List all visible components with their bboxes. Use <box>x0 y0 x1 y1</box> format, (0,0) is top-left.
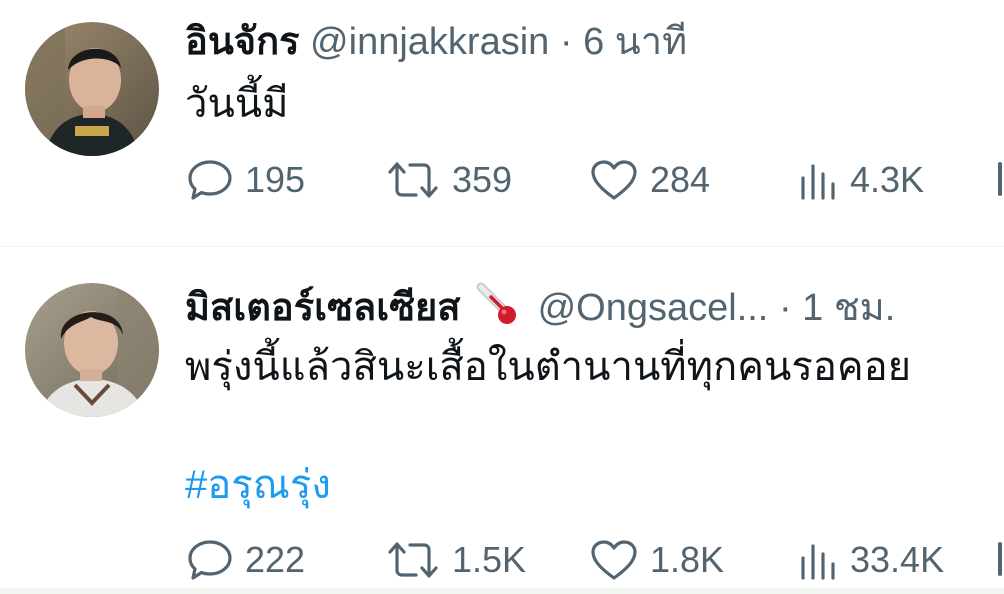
reply-count: 195 <box>245 159 306 200</box>
display-name[interactable]: มิสเตอร์เซลเซียส <box>185 287 460 329</box>
views-count: 33.4K <box>850 539 945 580</box>
views-icon <box>801 544 835 580</box>
hashtag-link[interactable]: #อรุณรุ่ง <box>185 461 331 509</box>
views-count: 4.3K <box>850 159 925 200</box>
tweet-header: อินจักร @innjakkrasin · 6 นาที <box>185 20 687 64</box>
like-button[interactable]: 284 <box>590 156 710 204</box>
like-count: 1.8K <box>650 539 725 580</box>
tweet-text: พรุ่งนี้แล้วสินะเสื้อในตำนานที่ทุกคนรอคอ… <box>185 345 912 389</box>
tweet-header: มิสเตอร์เซลเซียส @Ongsacel... · 1 ชม. <box>185 281 895 339</box>
retweet-button[interactable]: 359 <box>386 156 512 204</box>
reply-button[interactable]: 195 <box>187 156 305 204</box>
tweet-text: วันนี้มี <box>185 82 289 126</box>
like-button[interactable]: 1.8K <box>590 536 724 584</box>
retweet-icon <box>388 542 438 578</box>
avatar[interactable] <box>25 22 159 156</box>
share-icon[interactable] <box>998 542 1002 576</box>
avatar[interactable] <box>25 283 159 417</box>
share-icon[interactable] <box>998 162 1002 196</box>
retweet-count: 1.5K <box>452 539 527 580</box>
next-tweet-edge <box>0 588 1004 594</box>
views-icon <box>801 164 835 200</box>
views-button[interactable]: 33.4K <box>798 536 944 584</box>
reply-count: 222 <box>245 539 306 580</box>
like-icon <box>591 160 637 200</box>
views-button[interactable]: 4.3K <box>798 156 924 204</box>
thermometer-icon <box>473 281 521 339</box>
reply-button[interactable]: 222 <box>187 536 305 584</box>
user-handle[interactable]: @Ongsacel... <box>538 287 769 329</box>
tweet-2[interactable]: มิสเตอร์เซลเซียส @Ongsacel... · 1 ชม. พร… <box>0 247 1004 588</box>
separator-dot: · <box>778 287 792 330</box>
action-bar: 222 1.5K 1.8K 33.4K <box>0 536 1004 584</box>
reply-icon <box>188 160 232 200</box>
retweet-icon <box>388 162 438 198</box>
timestamp[interactable]: 6 นาที <box>583 21 687 63</box>
action-bar: 195 359 284 4.3K <box>0 156 1004 204</box>
user-handle[interactable]: @innjakkrasin <box>310 21 549 63</box>
reply-icon <box>188 540 232 580</box>
tweet-1[interactable]: อินจักร @innjakkrasin · 6 นาที วันนี้มี … <box>0 0 1004 246</box>
like-count: 284 <box>650 159 711 200</box>
timestamp[interactable]: 1 ชม. <box>802 287 895 329</box>
retweet-count: 359 <box>452 159 513 200</box>
retweet-button[interactable]: 1.5K <box>386 536 526 584</box>
like-icon <box>591 540 637 580</box>
display-name[interactable]: อินจักร <box>185 21 299 63</box>
separator-dot: · <box>559 21 573 63</box>
